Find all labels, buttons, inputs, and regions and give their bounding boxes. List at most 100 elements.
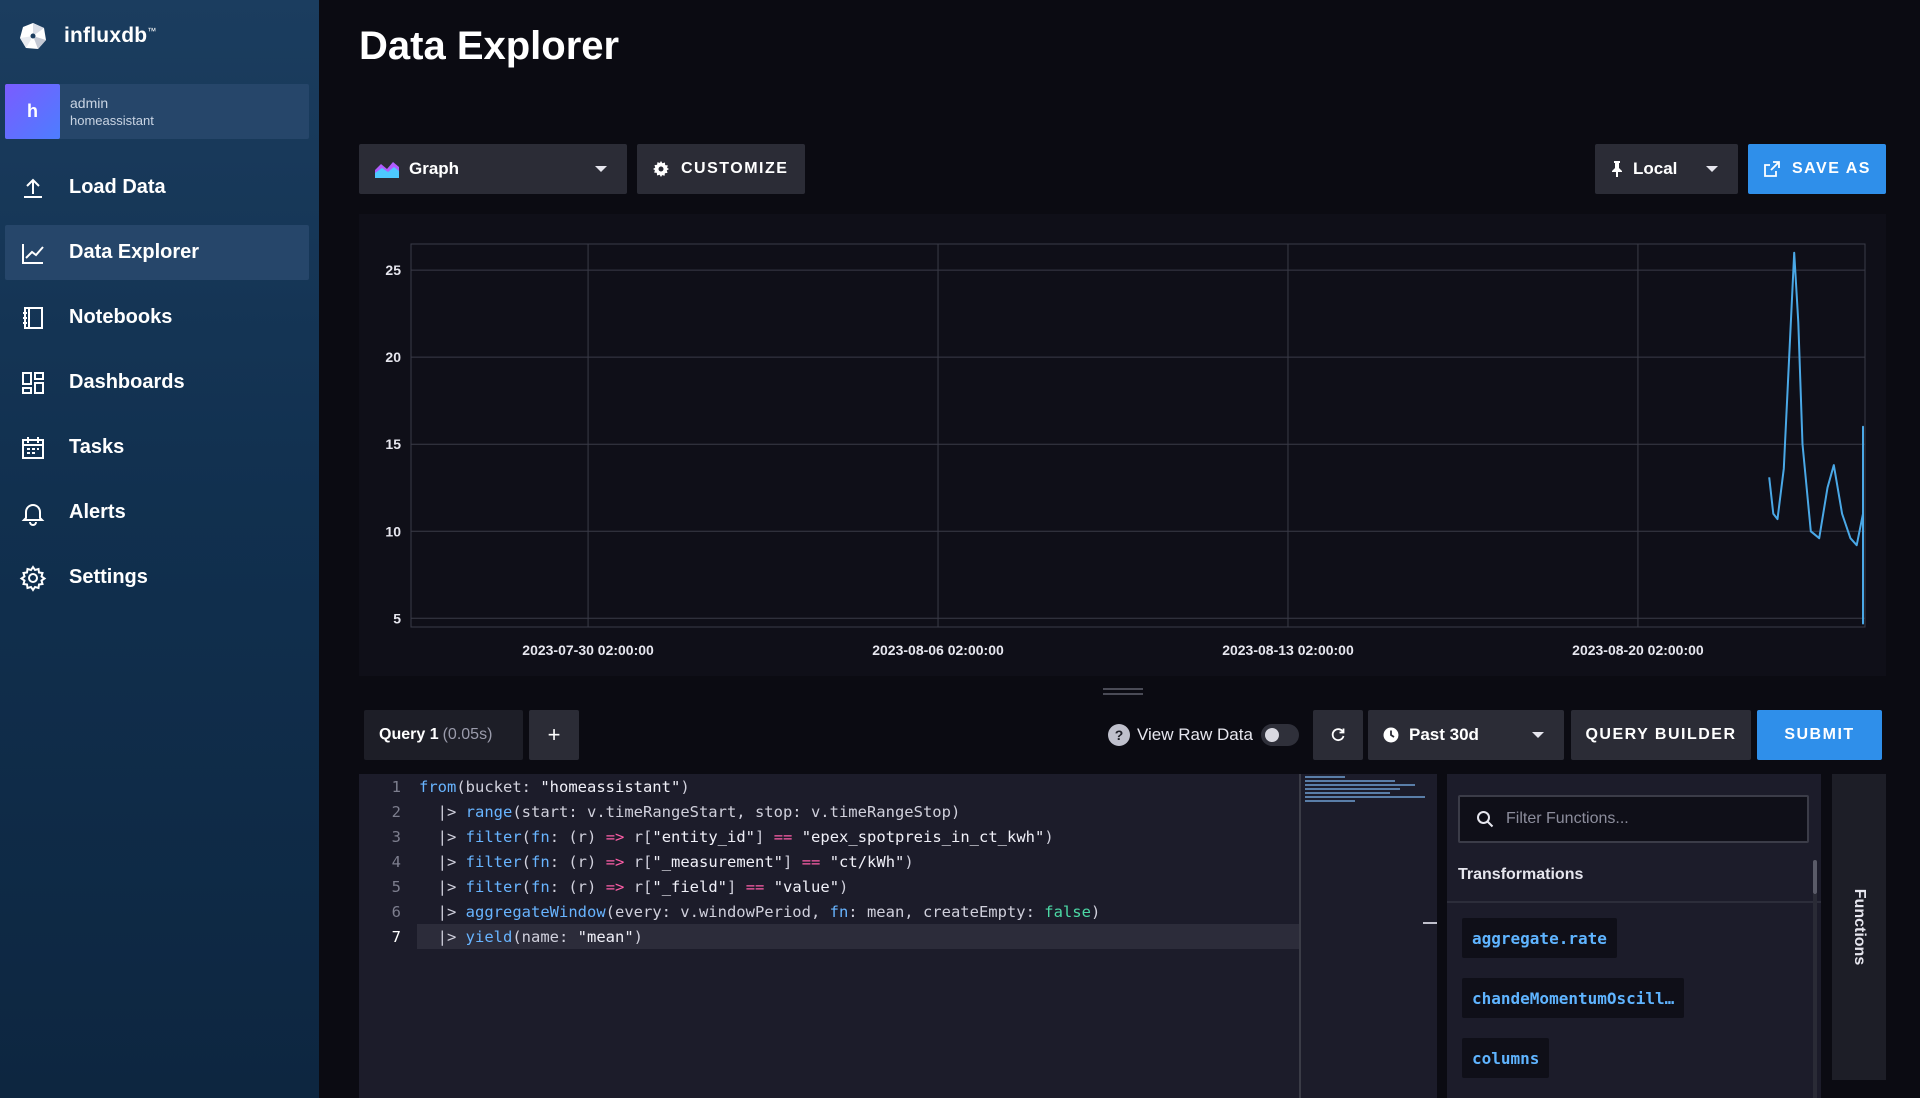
- flux-script-editor[interactable]: 1 from(bucket: "homeassistant") 2 |> ran…: [359, 774, 1437, 1098]
- line-number: 1: [391, 777, 401, 796]
- clock-icon: [1383, 727, 1399, 743]
- nav-item-alerts[interactable]: Alerts: [5, 485, 309, 540]
- submit-button[interactable]: SUBMIT: [1757, 710, 1882, 760]
- function-item[interactable]: columns: [1462, 1038, 1550, 1078]
- code-text: |> filter(fn: (r) => r["entity_id"] == "…: [419, 827, 1054, 846]
- functions-scrollbar-track: [1813, 894, 1817, 1098]
- customize-button[interactable]: CUSTOMIZE: [637, 144, 805, 194]
- code-line[interactable]: 3 |> filter(fn: (r) => r["entity_id"] ==…: [359, 824, 1299, 849]
- brand[interactable]: influxdb™: [18, 18, 156, 54]
- timezone-dropdown[interactable]: Local: [1595, 144, 1738, 194]
- code-line[interactable]: 6 |> aggregateWindow(every: v.windowPeri…: [359, 899, 1299, 924]
- pin-icon: [1612, 161, 1622, 177]
- nav-item-dashboards[interactable]: Dashboards: [5, 355, 309, 410]
- query-tab[interactable]: Query 1 (0.05s): [364, 710, 523, 760]
- line-number: 7: [391, 927, 401, 946]
- add-query-button[interactable]: +: [529, 710, 579, 760]
- avatar: h: [5, 84, 60, 139]
- sidebar: influxdb™ h admin homeassistant Load Dat…: [0, 0, 319, 1098]
- view-raw-data-label: View Raw Data: [1137, 725, 1253, 744]
- code-line[interactable]: 4 |> filter(fn: (r) => r["_measurement"]…: [359, 849, 1299, 874]
- line-number: 5: [391, 877, 401, 896]
- nav-item-load-data[interactable]: Load Data: [5, 160, 309, 215]
- functions-tab[interactable]: Functions: [1832, 774, 1886, 1080]
- query-builder-button[interactable]: QUERY BUILDER: [1571, 710, 1751, 760]
- calendar-icon: [22, 436, 44, 459]
- brand-name: influxdb™: [64, 24, 157, 47]
- x-tick-label: 2023-08-13 02:00:00: [1222, 642, 1354, 658]
- code-line[interactable]: 2 |> range(start: v.timeRangeStart, stop…: [359, 799, 1299, 824]
- chevron-down-icon: [1532, 732, 1544, 738]
- minimap-divider: [1299, 774, 1301, 1098]
- view-raw-data-toggle[interactable]: ? View Raw Data: [1108, 722, 1299, 748]
- user-info: admin homeassistant: [70, 94, 154, 130]
- code-line-current[interactable]: 7 |> yield(name: "mean"): [392, 924, 1299, 949]
- code-text: from(bucket: "homeassistant"): [419, 777, 690, 796]
- nav-label: Dashboards: [69, 371, 185, 393]
- function-item[interactable]: chandeMomentumOscill…: [1462, 978, 1685, 1018]
- code-text: |> yield(name: "mean"): [419, 927, 644, 946]
- query-tab-time: (0.05s): [442, 726, 493, 743]
- y-tick-label: 10: [385, 523, 401, 539]
- nav-label: Data Explorer: [69, 241, 200, 263]
- org-name: homeassistant: [70, 112, 154, 128]
- refresh-icon: [1331, 728, 1345, 742]
- code-text: |> range(start: v.timeRangeStart, stop: …: [419, 802, 961, 821]
- line-number: 6: [391, 902, 401, 921]
- line-chart: 25 20 15 10 5 2023-07-30 02:00:00 2023-08-06 0…: [385, 243, 1866, 658]
- time-range-dropdown[interactable]: Past 30d: [1368, 710, 1564, 760]
- scroll-marker: [1423, 922, 1437, 924]
- search-icon: [1477, 811, 1494, 828]
- visualization-type-label: Graph: [409, 159, 460, 178]
- gear-icon: [19, 564, 47, 592]
- raw-data-switch[interactable]: [1260, 724, 1299, 746]
- line-number: 3: [391, 827, 401, 846]
- code-line[interactable]: 1 from(bucket: "homeassistant"): [359, 774, 1299, 799]
- nav-item-notebooks[interactable]: Notebooks: [5, 290, 309, 345]
- save-as-button[interactable]: SAVE AS: [1748, 144, 1886, 194]
- code-minimap[interactable]: [1305, 776, 1425, 806]
- bell-icon: [21, 503, 45, 526]
- graph-panel[interactable]: 25 20 15 10 5 2023-07-30 02:00:00 2023-08-06 0…: [359, 214, 1886, 676]
- plot-area: [410, 243, 1866, 628]
- help-icon[interactable]: ?: [1108, 724, 1130, 746]
- nav-item-settings[interactable]: Settings: [5, 550, 309, 605]
- functions-scrollbar[interactable]: [1813, 860, 1817, 894]
- nav-item-tasks[interactable]: Tasks: [5, 420, 309, 475]
- filter-functions-field[interactable]: [1458, 795, 1809, 843]
- customize-label: CUSTOMIZE: [681, 160, 789, 177]
- influxdb-logo-icon: [20, 23, 46, 49]
- notebook-icon: [23, 306, 43, 329]
- user-card[interactable]: h admin homeassistant: [5, 84, 309, 139]
- visualization-type-dropdown[interactable]: Graph: [359, 144, 627, 194]
- resize-handle[interactable]: [1103, 688, 1143, 696]
- y-tick-label: 5: [393, 610, 401, 626]
- line-number: 4: [391, 852, 401, 871]
- time-range-label: Past 30d: [1409, 725, 1479, 744]
- nav-label: Alerts: [69, 501, 126, 523]
- user-name: admin: [70, 94, 109, 111]
- x-tick-label: 2023-08-20 02:00:00: [1572, 642, 1704, 658]
- filter-functions-input[interactable]: [1506, 810, 1806, 828]
- query-tab-name: Query 1: [379, 726, 439, 743]
- line-number: 2: [391, 802, 401, 821]
- y-tick-label: 20: [385, 349, 401, 365]
- refresh-button[interactable]: [1313, 710, 1363, 760]
- y-tick-label: 15: [385, 436, 401, 452]
- code-line[interactable]: 5 |> filter(fn: (r) => r["_field"] == "v…: [359, 874, 1299, 899]
- function-item[interactable]: aggregate.rate: [1462, 918, 1617, 958]
- divider: [1447, 901, 1821, 903]
- x-tick-label: 2023-08-06 02:00:00: [872, 642, 1004, 658]
- nav-menu: Load Data Data Explorer Notebooks Dashbo…: [5, 160, 309, 615]
- code-text: |> filter(fn: (r) => r["_measurement"] =…: [419, 852, 914, 871]
- series-line: [1768, 251, 1864, 625]
- chevron-down-icon: [595, 166, 607, 172]
- nav-label: Settings: [69, 566, 148, 588]
- functions-tab-label: Functions: [1851, 888, 1868, 966]
- nav-item-data-explorer[interactable]: Data Explorer: [5, 225, 309, 280]
- switch-knob: [1264, 728, 1279, 742]
- app-window: influxdb™ h admin homeassistant Load Dat…: [0, 0, 1920, 1098]
- nav-label: Tasks: [69, 436, 125, 458]
- dashboard-icon: [22, 371, 44, 394]
- functions-panel: Transformations aggregate.rate chandeMom…: [1447, 774, 1821, 1098]
